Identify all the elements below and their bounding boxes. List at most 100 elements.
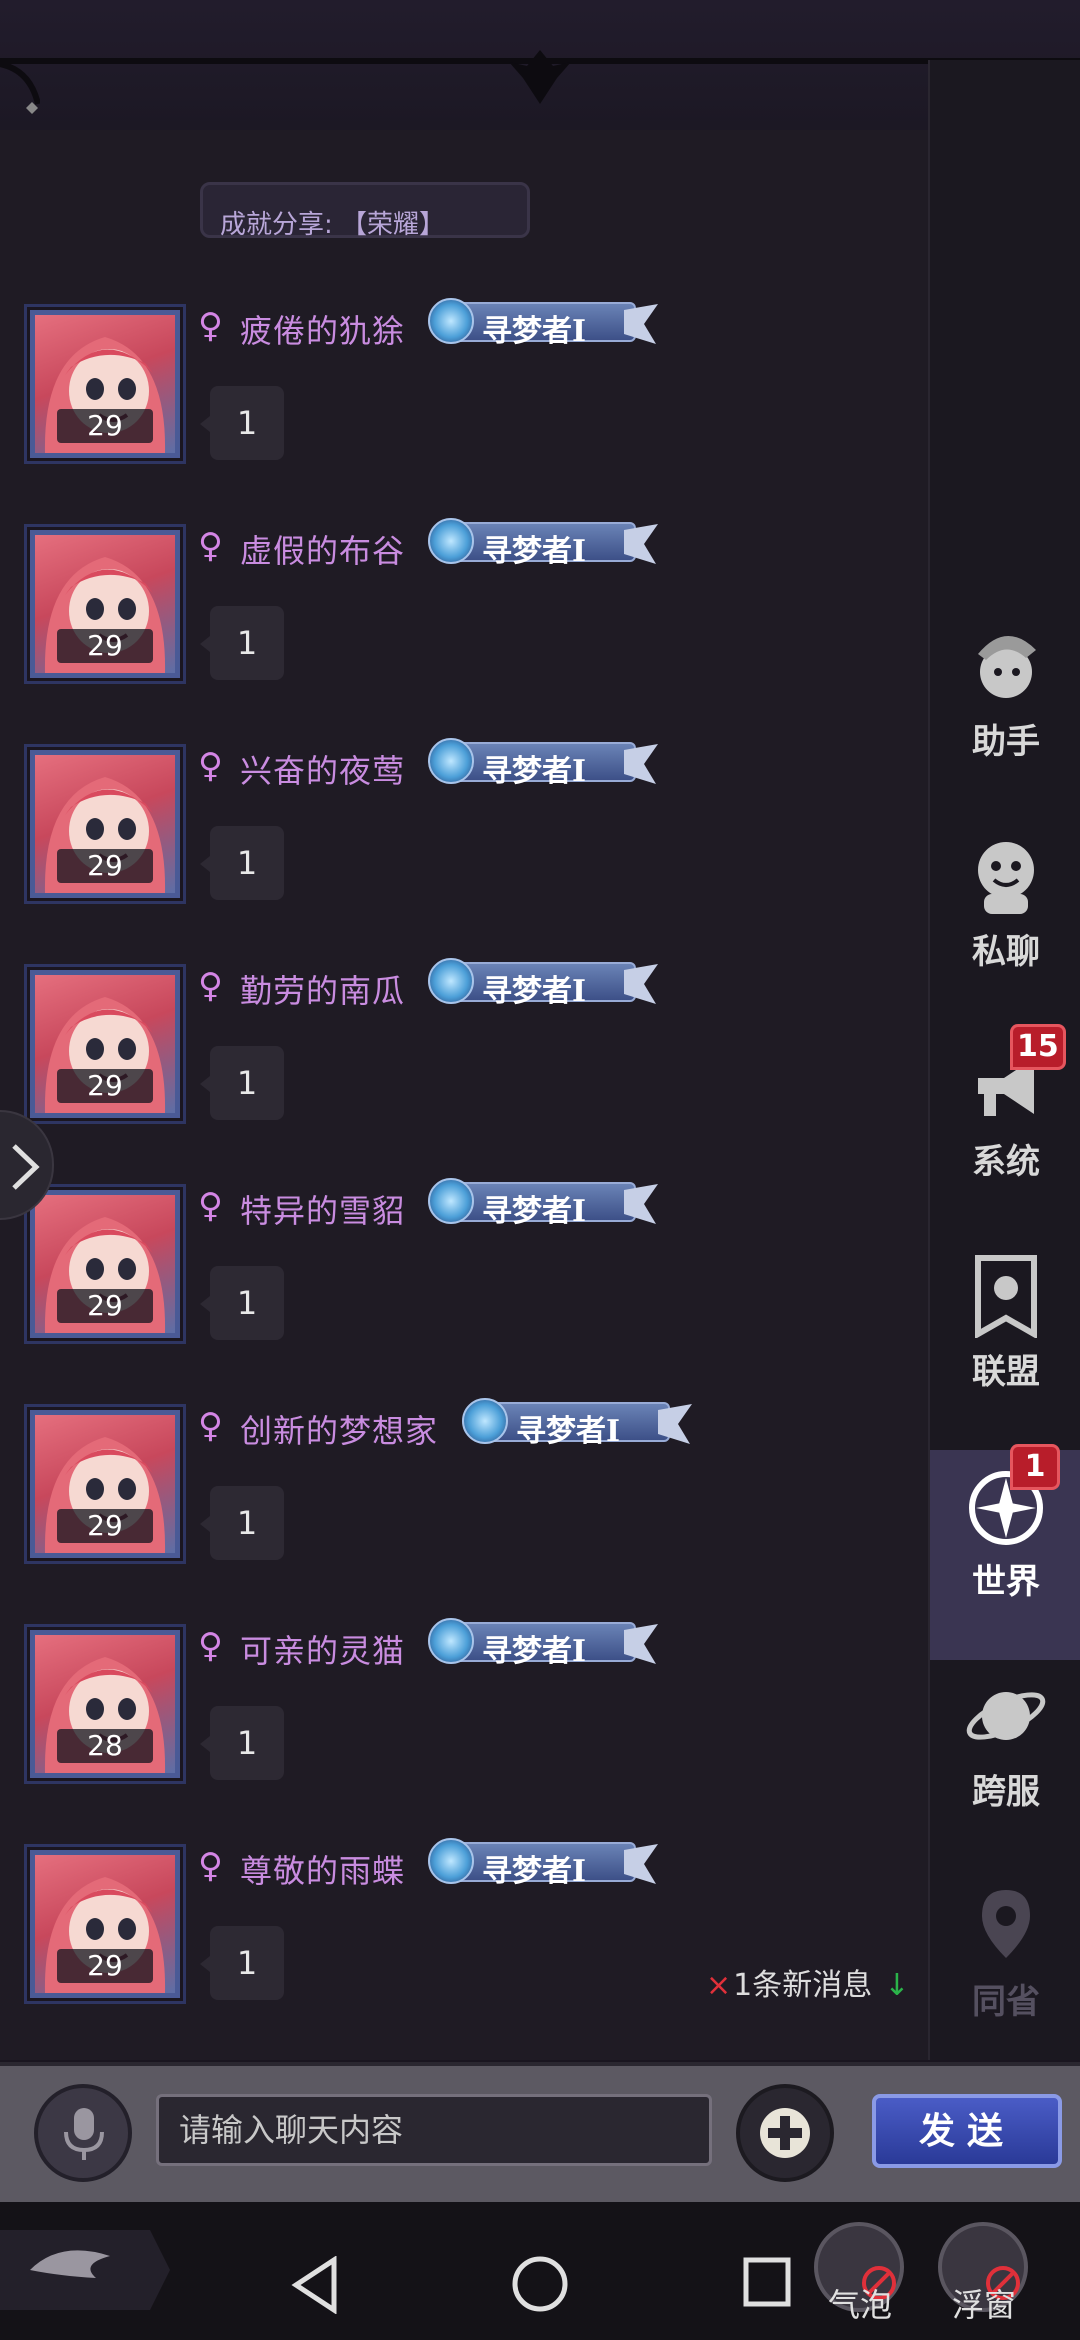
- title-badge: 寻梦者Ⅰ: [428, 1174, 658, 1229]
- tab-label: 私聊: [972, 932, 1040, 972]
- female-icon: ♀: [198, 966, 223, 1006]
- chat-message: 29 ♀ 特异的雪貂 寻梦者Ⅰ 1: [0, 1178, 928, 1390]
- sender-name[interactable]: 可亲的灵猫: [240, 1626, 405, 1672]
- badge-text: 寻梦者Ⅰ: [482, 754, 587, 789]
- sender-name[interactable]: 勤劳的南瓜: [240, 966, 405, 1012]
- wing-icon: [624, 1624, 658, 1664]
- sender-name[interactable]: 虚假的布谷: [240, 526, 405, 572]
- chat-message: 29 ♀ 兴奋的夜莺 寻梦者Ⅰ 1: [0, 738, 928, 950]
- chat-message: 29 ♀ 创新的梦想家 寻梦者Ⅰ 1: [0, 1398, 928, 1610]
- level-label: 29: [57, 1509, 153, 1543]
- arrow-down-icon: ↓: [884, 1968, 910, 2003]
- female-icon: ♀: [198, 1406, 223, 1446]
- title-badge: 寻梦者Ⅰ: [428, 1834, 658, 1889]
- tab-label: 同省: [972, 1982, 1040, 2022]
- level-label: 29: [57, 1289, 153, 1323]
- new-message-indicator[interactable]: ×1条新消息 ↓: [706, 1960, 909, 2004]
- avatar[interactable]: 29: [30, 1410, 180, 1558]
- tab-world[interactable]: 1 世界: [930, 1444, 1080, 1660]
- game-logo-icon: [0, 2230, 170, 2310]
- floating-window-label: 浮窗: [951, 2286, 1016, 2324]
- sender-name[interactable]: 尊敬的雨蝶: [240, 1846, 405, 1892]
- new-message-text: 1条新消息: [733, 1968, 873, 2003]
- tab-label: 世界: [972, 1562, 1040, 1602]
- tab-same-province[interactable]: 同省: [930, 1870, 1080, 2080]
- female-icon: ♀: [198, 746, 223, 786]
- tab-assistant[interactable]: 助手: [930, 610, 1080, 820]
- title-badge: 寻梦者Ⅰ: [428, 514, 658, 569]
- add-button[interactable]: [736, 2084, 834, 2182]
- badge-text: 寻梦者Ⅰ: [482, 974, 587, 1009]
- wing-icon: [624, 1844, 658, 1884]
- swirl-icon: [428, 738, 474, 784]
- avatar[interactable]: 29: [30, 530, 180, 678]
- badge-text: 寻梦者Ⅰ: [482, 1634, 587, 1669]
- female-icon: ♀: [198, 1186, 223, 1226]
- home-icon[interactable]: [510, 2254, 570, 2314]
- message-bubble[interactable]: 1: [200, 1706, 284, 1780]
- tab-alliance[interactable]: 联盟: [930, 1240, 1080, 1450]
- level-label: 29: [57, 629, 153, 663]
- unread-count-badge: 15: [1010, 1024, 1066, 1070]
- tab-label: 助手: [972, 722, 1040, 762]
- tab-label: 系统: [972, 1142, 1040, 1182]
- swirl-icon: [428, 1618, 474, 1664]
- partial-message: 成就分享: 【荣耀】: [200, 182, 540, 242]
- floating-window-button[interactable]: 浮窗: [934, 2222, 1030, 2340]
- avatar[interactable]: 29: [30, 310, 180, 458]
- ornament-icon: [509, 50, 571, 104]
- swirl-icon: [428, 518, 474, 564]
- swirl-icon: [428, 958, 474, 1004]
- back-icon[interactable]: [290, 2256, 340, 2314]
- chat-message: 29 ♀ 勤劳的南瓜 寻梦者Ⅰ 1: [0, 958, 928, 1170]
- chat-input[interactable]: 请输入聊天内容: [156, 2094, 712, 2166]
- title-badge: 寻梦者Ⅰ: [428, 734, 658, 789]
- recent-apps-icon[interactable]: [742, 2256, 792, 2308]
- message-bubble[interactable]: 1: [200, 1046, 284, 1120]
- title-badge: 寻梦者Ⅰ: [462, 1394, 692, 1449]
- avatar[interactable]: 29: [30, 1850, 180, 1998]
- tab-cross-server[interactable]: 跨服: [930, 1660, 1080, 1870]
- wing-icon: [658, 1404, 692, 1444]
- message-bubble[interactable]: 1: [200, 1266, 284, 1340]
- avatar[interactable]: 29: [30, 970, 180, 1118]
- tab-label: 联盟: [972, 1352, 1040, 1392]
- avatar[interactable]: 29: [30, 750, 180, 898]
- level-label: 29: [57, 849, 153, 883]
- level-label: 29: [57, 1949, 153, 1983]
- level-label: 28: [57, 1729, 153, 1763]
- tab-private-chat[interactable]: 私聊: [930, 820, 1080, 1030]
- sender-name[interactable]: 疲倦的犰狳: [240, 306, 405, 352]
- partial-message-text: 成就分享: 【荣耀】: [220, 210, 446, 240]
- tab-system[interactable]: 15 系统: [930, 1024, 1080, 1240]
- planet-icon: [966, 1692, 1046, 1740]
- send-button[interactable]: 发送: [872, 2094, 1062, 2168]
- microphone-icon: [64, 2108, 104, 2160]
- badge-text: 寻梦者Ⅰ: [482, 314, 587, 349]
- message-bubble[interactable]: 1: [200, 1926, 284, 2000]
- title-badge: 寻梦者Ⅰ: [428, 1614, 658, 1669]
- channel-tabs: 助手 私聊 15 系统 联盟 1 世界 跨服 同省: [928, 60, 1080, 2060]
- female-icon: ♀: [198, 1626, 223, 1666]
- message-bubble[interactable]: 1: [200, 386, 284, 460]
- bubble-float-button[interactable]: 气泡: [810, 2222, 906, 2340]
- sender-name[interactable]: 创新的梦想家: [240, 1406, 438, 1452]
- private-chat-icon: [978, 842, 1034, 914]
- message-bubble[interactable]: 1: [200, 1486, 284, 1560]
- badge-text: 寻梦者Ⅰ: [482, 534, 587, 569]
- bubble-label: 气泡: [827, 2286, 892, 2324]
- level-label: 29: [57, 409, 153, 443]
- avatar[interactable]: 28: [30, 1630, 180, 1778]
- sender-name[interactable]: 兴奋的夜莺: [240, 746, 405, 792]
- avatar[interactable]: 29: [30, 1190, 180, 1338]
- female-icon: ♀: [198, 1846, 223, 1886]
- badge-text: 寻梦者Ⅰ: [516, 1414, 621, 1449]
- voice-button[interactable]: [34, 2084, 132, 2182]
- swirl-icon: [428, 1838, 474, 1884]
- unread-count-badge: 1: [1010, 1444, 1060, 1490]
- message-bubble[interactable]: 1: [200, 826, 284, 900]
- chat-input-bar: 请输入聊天内容 发送: [0, 2062, 1080, 2202]
- sender-name[interactable]: 特异的雪貂: [240, 1186, 405, 1232]
- message-bubble[interactable]: 1: [200, 606, 284, 680]
- chat-message-list[interactable]: 成就分享: 【荣耀】 29 ♀ 疲倦的犰狳 寻梦者Ⅰ 1 29 ♀ 虚假的布谷 …: [0, 130, 928, 2060]
